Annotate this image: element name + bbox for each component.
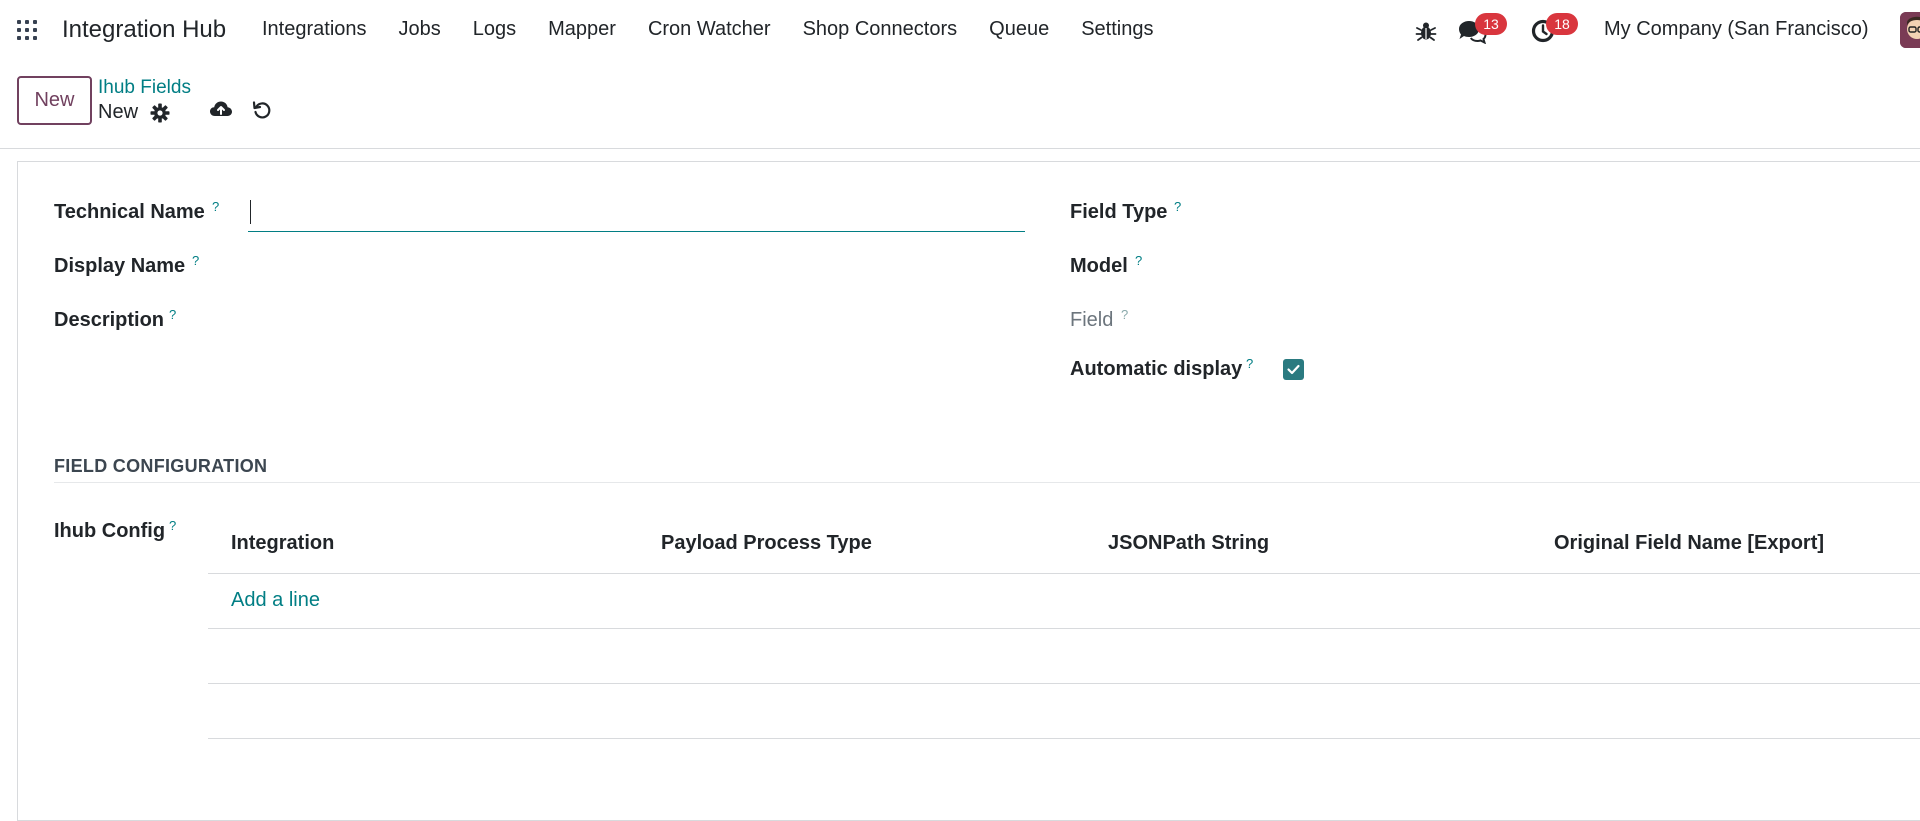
main-menu: Integrations Jobs Logs Mapper Cron Watch… — [262, 18, 1185, 41]
technical-name-label: Technical Name — [54, 201, 205, 223]
gear-icon[interactable] — [150, 103, 170, 123]
technical-name-help[interactable]: ? — [212, 199, 219, 214]
control-panel: New Ihub Fields New — [0, 61, 1920, 149]
menu-item-jobs[interactable]: Jobs — [399, 18, 441, 41]
activities-badge: 18 — [1546, 13, 1578, 35]
add-line-link[interactable]: Add a line — [231, 589, 320, 612]
avatar[interactable] — [1900, 12, 1920, 48]
company-switcher[interactable]: My Company (San Francisco) — [1604, 18, 1869, 41]
new-record-button[interactable]: New — [17, 76, 92, 125]
menu-item-shop-connectors[interactable]: Shop Connectors — [803, 18, 958, 41]
discard-icon[interactable] — [252, 100, 272, 120]
model-label: Model — [1070, 255, 1128, 277]
menu-item-integrations[interactable]: Integrations — [262, 18, 367, 41]
breadcrumb-ihub-fields[interactable]: Ihub Fields — [98, 77, 191, 99]
field-label: Field — [1070, 309, 1114, 331]
automatic-display-label: Automatic display — [1070, 358, 1243, 380]
section-divider — [54, 482, 1920, 483]
technical-name-input[interactable] — [248, 192, 1025, 232]
field-help[interactable]: ? — [1121, 307, 1128, 322]
display-name-help[interactable]: ? — [192, 253, 199, 268]
bug-icon[interactable] — [1414, 19, 1438, 43]
checkmark-icon — [1287, 364, 1300, 375]
apps-grid-icon[interactable] — [17, 20, 37, 40]
menu-item-cron-watcher[interactable]: Cron Watcher — [648, 18, 771, 41]
form-sheet: Technical Name ? Display Name ? Descript… — [17, 161, 1920, 821]
automatic-display-checkbox[interactable] — [1283, 359, 1304, 380]
menu-item-mapper[interactable]: Mapper — [548, 18, 616, 41]
ihub-config-label: Ihub Config — [54, 520, 166, 542]
display-name-label: Display Name — [54, 255, 186, 277]
column-jsonpath-string[interactable]: JSONPath String — [1108, 532, 1269, 555]
ihub-config-help[interactable]: ? — [169, 518, 176, 533]
cloud-upload-icon[interactable] — [209, 99, 233, 119]
text-caret — [250, 200, 251, 224]
table-row — [208, 684, 1920, 739]
table-row — [208, 629, 1920, 684]
table-header: Integration Payload Process Type JSONPat… — [208, 518, 1920, 574]
column-integration[interactable]: Integration — [231, 532, 334, 555]
field-type-help[interactable]: ? — [1174, 199, 1181, 214]
description-help[interactable]: ? — [169, 307, 176, 322]
ihub-config-table: Integration Payload Process Type JSONPat… — [208, 518, 1920, 739]
column-payload-process-type[interactable]: Payload Process Type — [661, 532, 872, 555]
top-navbar: Integration Hub Integrations Jobs Logs M… — [0, 0, 1920, 61]
app-brand[interactable]: Integration Hub — [62, 16, 226, 44]
table-row: Add a line — [208, 574, 1920, 629]
breadcrumb-current: New — [98, 101, 139, 123]
automatic-display-help[interactable]: ? — [1246, 356, 1253, 371]
messages-badge: 13 — [1475, 13, 1507, 35]
menu-item-logs[interactable]: Logs — [473, 18, 516, 41]
menu-item-settings[interactable]: Settings — [1081, 18, 1153, 41]
field-type-label: Field Type — [1070, 201, 1168, 223]
field-configuration-heading: FIELD CONFIGURATION — [54, 456, 268, 476]
column-original-field-name-export[interactable]: Original Field Name [Export] — [1554, 532, 1824, 555]
model-help[interactable]: ? — [1135, 253, 1142, 268]
menu-item-queue[interactable]: Queue — [989, 18, 1049, 41]
description-label: Description — [54, 309, 165, 331]
